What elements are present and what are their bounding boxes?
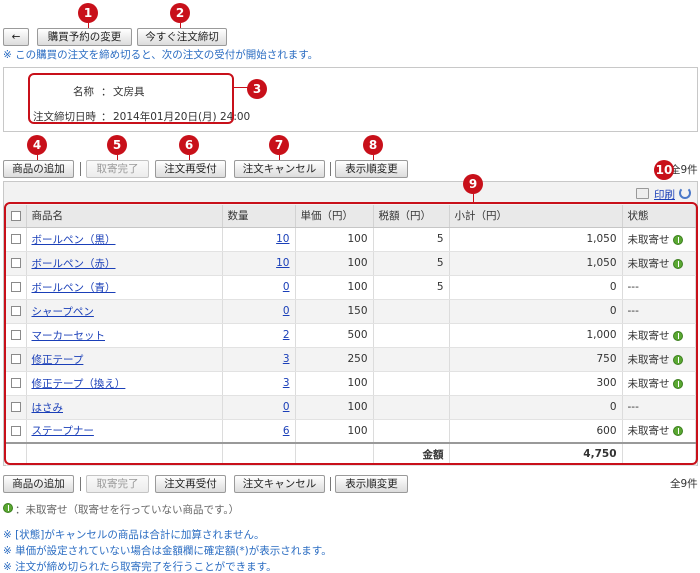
button-separator bbox=[330, 162, 331, 176]
callout-5: 5 bbox=[107, 135, 127, 155]
callout-3-box bbox=[28, 73, 234, 124]
legend-text: ：未取寄せ（取寄せを行っていない商品です。） bbox=[15, 504, 240, 516]
printer-icon[interactable] bbox=[636, 188, 649, 199]
close-info-note: ※ この購買の注文を締め切ると、次の注文の受付が開始されます。 bbox=[3, 49, 319, 61]
callout-9: 9 bbox=[463, 174, 483, 194]
callout-3: 3 bbox=[247, 79, 267, 99]
callout-line bbox=[473, 194, 474, 202]
complete-order-button-bottom[interactable]: 取寄完了 bbox=[86, 475, 149, 493]
button-separator bbox=[80, 162, 81, 176]
callout-4: 4 bbox=[27, 135, 47, 155]
item-count: 全9件 bbox=[670, 164, 698, 176]
add-item-button-bottom[interactable]: 商品の追加 bbox=[3, 475, 74, 493]
callout-10: 10 bbox=[654, 160, 674, 180]
reorder-button[interactable]: 表示順変更 bbox=[335, 160, 408, 178]
back-button[interactable]: ← bbox=[3, 28, 29, 46]
note-complete: ※ 注文が締め切られたら取寄完了を行うことができます。 bbox=[3, 561, 277, 573]
item-count-bottom: 全9件 bbox=[670, 478, 698, 490]
note-cancel: ※ [状態]がキャンセルの商品は合計に加算されません。 bbox=[3, 529, 265, 541]
complete-order-button[interactable]: 取寄完了 bbox=[86, 160, 149, 178]
print-link[interactable]: 印刷 bbox=[654, 187, 675, 202]
reaccept-order-button-bottom[interactable]: 注文再受付 bbox=[155, 475, 226, 493]
callout-line bbox=[234, 87, 248, 88]
callout-2: 2 bbox=[170, 3, 190, 23]
cancel-order-button[interactable]: 注文キャンセル bbox=[234, 160, 325, 178]
not-ordered-legend-icon bbox=[3, 503, 13, 513]
button-separator bbox=[80, 477, 81, 491]
callout-9-box bbox=[4, 202, 698, 465]
callout-1: 1 bbox=[78, 3, 98, 23]
change-reservation-button[interactable]: 購買予約の変更 bbox=[37, 28, 132, 46]
cancel-order-button-bottom[interactable]: 注文キャンセル bbox=[234, 475, 325, 493]
callout-6: 6 bbox=[179, 135, 199, 155]
button-separator bbox=[330, 477, 331, 491]
close-now-button[interactable]: 今すぐ注文締切 bbox=[137, 28, 227, 46]
note-price: ※ 単価が設定されていない場合は金額欄に確定額(*)が表示されます。 bbox=[3, 545, 332, 557]
add-item-button[interactable]: 商品の追加 bbox=[3, 160, 74, 178]
callout-8: 8 bbox=[363, 135, 383, 155]
refresh-icon[interactable] bbox=[679, 187, 691, 199]
reaccept-order-button[interactable]: 注文再受付 bbox=[155, 160, 226, 178]
callout-7: 7 bbox=[269, 135, 289, 155]
reorder-button-bottom[interactable]: 表示順変更 bbox=[335, 475, 408, 493]
